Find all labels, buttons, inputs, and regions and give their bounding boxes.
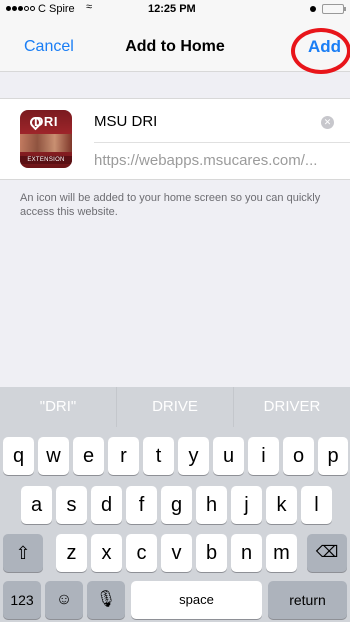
key-e[interactable]: e: [73, 437, 104, 475]
app-icon: DRI EXTENSION: [20, 110, 72, 168]
key-p[interactable]: p: [318, 437, 348, 475]
shift-key[interactable]: ⇧: [3, 534, 43, 572]
app-icon-banner: [20, 134, 72, 152]
status-bar: C Spire ≈ 12:25 PM: [0, 0, 350, 20]
key-u[interactable]: u: [213, 437, 244, 475]
location-icon: [310, 6, 316, 12]
key-i[interactable]: i: [248, 437, 279, 475]
key-r[interactable]: r: [108, 437, 139, 475]
shortcut-name-field[interactable]: MSU DRI: [94, 113, 157, 130]
key-v[interactable]: v: [161, 534, 192, 572]
suggestion-item[interactable]: "DRI": [0, 387, 117, 427]
emoji-key[interactable]: ☺: [45, 581, 83, 619]
shortcut-card: DRI EXTENSION MSU DRI ✕ https://webapps.…: [0, 98, 350, 180]
key-b[interactable]: b: [196, 534, 227, 572]
app-icon-label: DRI: [34, 114, 58, 129]
key-y[interactable]: y: [178, 437, 209, 475]
wifi-icon: ≈: [86, 1, 93, 13]
key-h[interactable]: h: [196, 486, 227, 524]
key-j[interactable]: j: [231, 486, 262, 524]
key-d[interactable]: d: [91, 486, 122, 524]
key-m[interactable]: m: [266, 534, 297, 572]
key-x[interactable]: x: [91, 534, 122, 572]
backspace-key[interactable]: ⌫: [307, 534, 347, 572]
key-z[interactable]: z: [56, 534, 87, 572]
info-text: An icon will be added to your home scree…: [20, 192, 321, 218]
battery-icon: [322, 4, 346, 14]
divider: [94, 142, 350, 143]
key-q[interactable]: q: [3, 437, 34, 475]
clear-text-icon[interactable]: ✕: [321, 116, 334, 129]
key-o[interactable]: o: [283, 437, 314, 475]
key-s[interactable]: s: [56, 486, 87, 524]
key-l[interactable]: l: [301, 486, 332, 524]
key-t[interactable]: t: [143, 437, 174, 475]
microphone-key[interactable]: 🎙: [87, 581, 125, 619]
keyboard: q w e r t y u i o p a s d f g h j k l ⇧ …: [0, 427, 350, 622]
key-n[interactable]: n: [231, 534, 262, 572]
highlight-circle: [291, 28, 350, 74]
key-g[interactable]: g: [161, 486, 192, 524]
clock: 12:25 PM: [148, 3, 196, 15]
space-key[interactable]: space: [131, 581, 262, 619]
key-f[interactable]: f: [126, 486, 157, 524]
suggestion-bar: "DRI" DRIVE DRIVER: [0, 387, 350, 427]
shortcut-url: https://webapps.msucares.com/...: [94, 152, 318, 169]
key-w[interactable]: w: [38, 437, 69, 475]
numbers-key[interactable]: 123: [3, 581, 41, 619]
app-icon-sublabel: EXTENSION: [20, 156, 72, 164]
signal-strength-icon: [6, 6, 35, 11]
return-key[interactable]: return: [268, 581, 347, 619]
key-a[interactable]: a: [21, 486, 52, 524]
carrier-name: C Spire: [38, 3, 75, 15]
key-k[interactable]: k: [266, 486, 297, 524]
suggestion-item[interactable]: DRIVE: [117, 387, 234, 427]
key-c[interactable]: c: [126, 534, 157, 572]
suggestion-item[interactable]: DRIVER: [234, 387, 350, 427]
